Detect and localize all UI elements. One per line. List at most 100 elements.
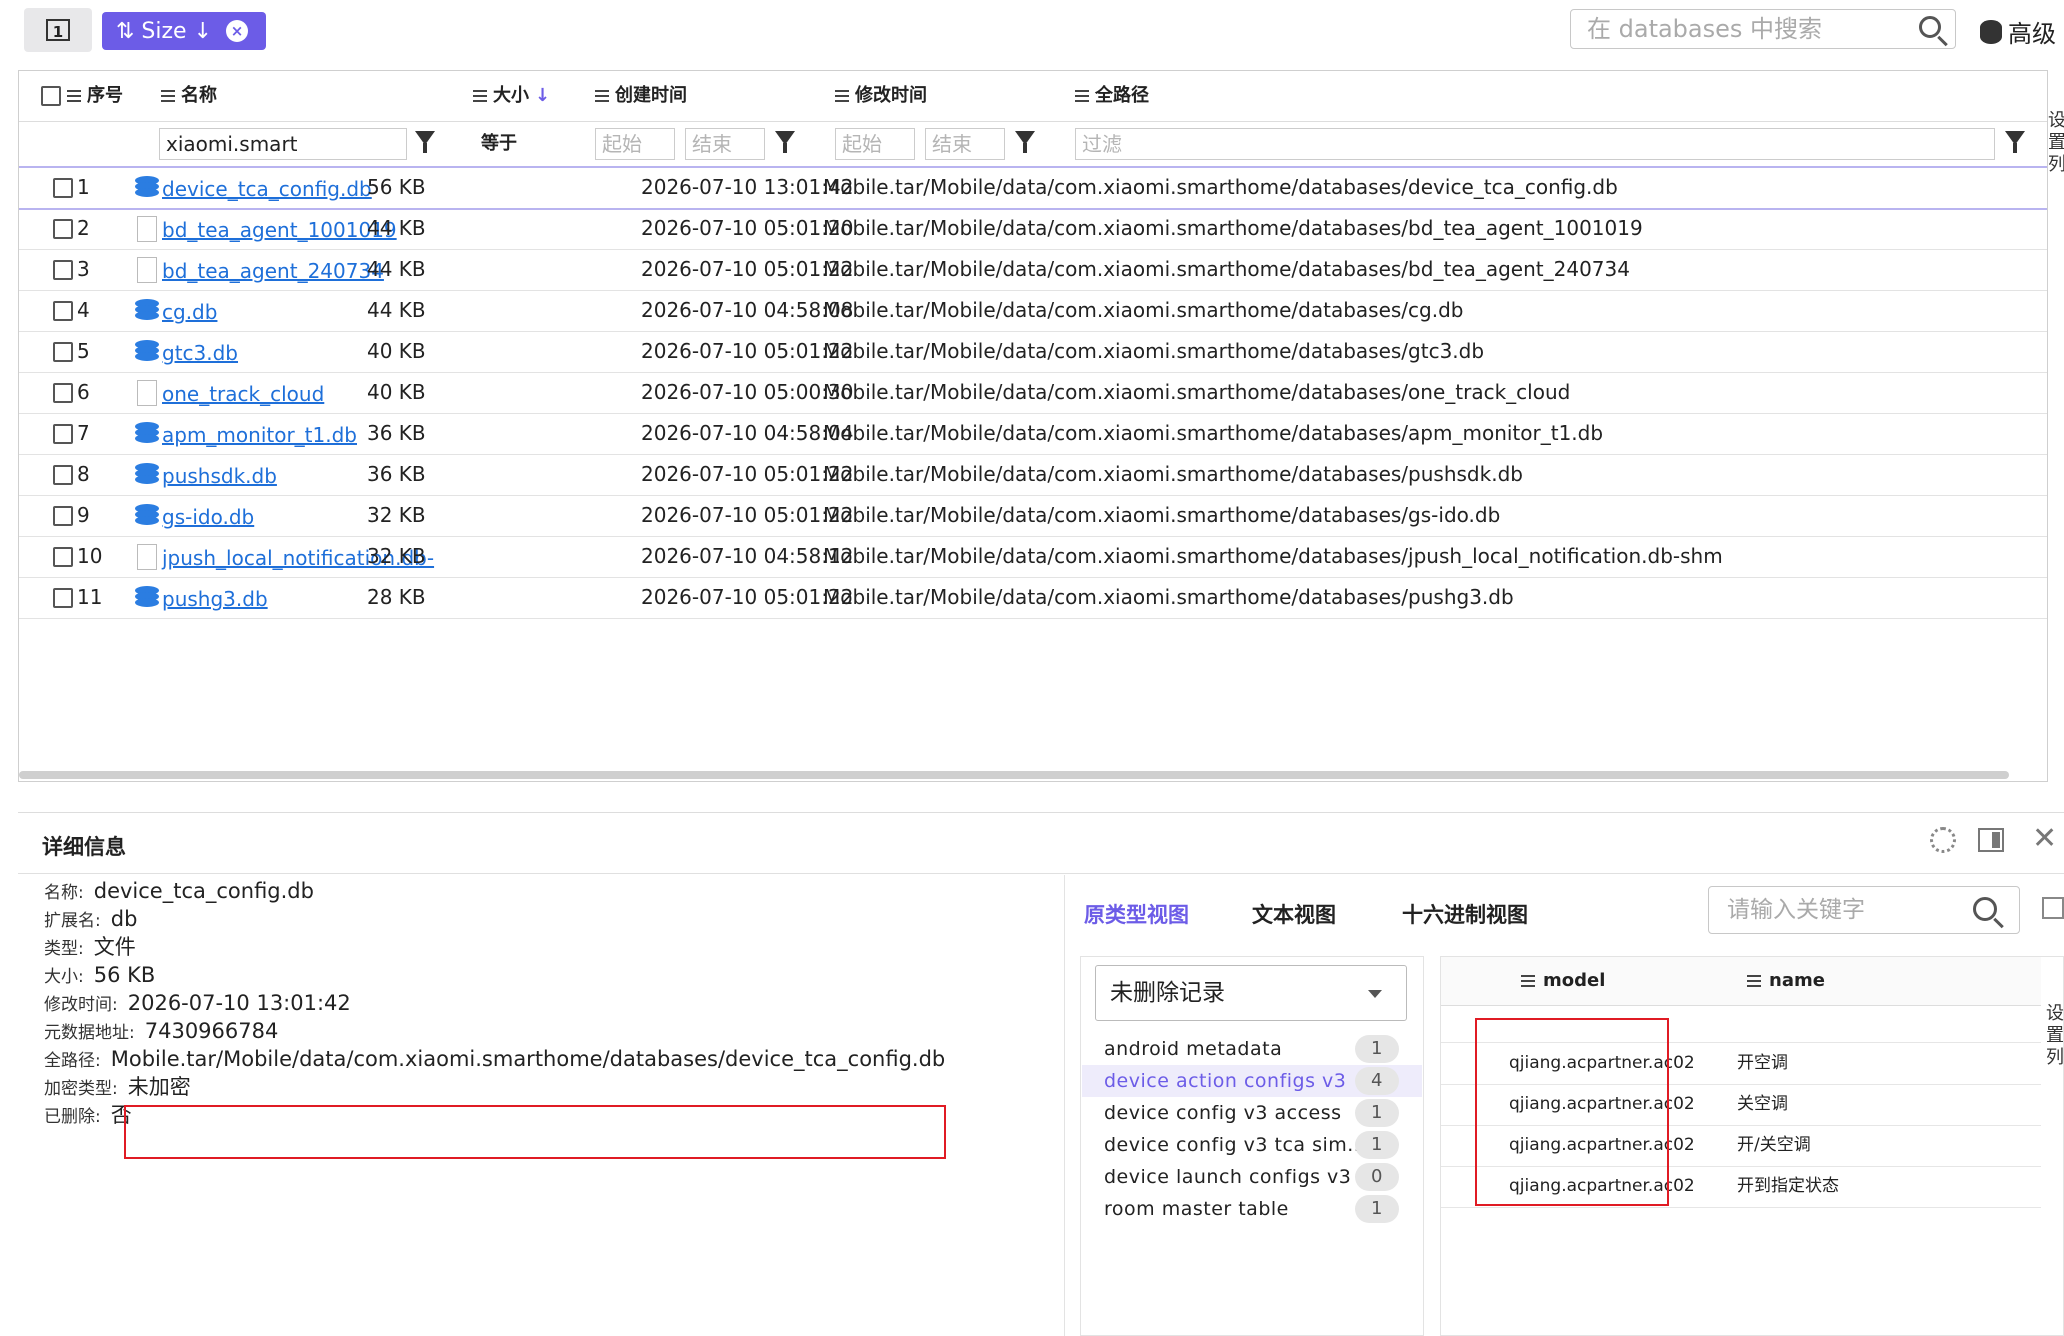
row-checkbox[interactable] bbox=[53, 465, 73, 485]
keyword-search-input[interactable]: 请输入关键字 bbox=[1708, 886, 2020, 934]
row-checkbox[interactable] bbox=[53, 260, 73, 280]
header-model[interactable]: model bbox=[1521, 957, 1605, 1005]
property-value: device_tca_config.db bbox=[93, 879, 314, 903]
row-checkbox[interactable] bbox=[53, 219, 73, 239]
table-list-item[interactable]: device config v3 tca sim... 1 bbox=[1082, 1129, 1422, 1161]
header-created[interactable]: 创建时间 bbox=[595, 71, 687, 121]
file-name-link[interactable]: bd_tea_agent_240734 bbox=[162, 249, 384, 290]
table-row[interactable]: 8 pushsdk.db 36 KB 2026-07-10 05:01:22 Mobil… bbox=[19, 454, 2047, 496]
gear-icon[interactable] bbox=[1930, 827, 1956, 853]
file-size: 40 KB bbox=[367, 380, 426, 404]
open-external-icon[interactable] bbox=[2042, 897, 2064, 919]
header-name[interactable]: name bbox=[1747, 957, 1825, 1005]
horizontal-scrollbar[interactable] bbox=[19, 771, 2009, 779]
table-row[interactable]: 6 one_track_cloud 40 KB 2026-07-10 05:00:30… bbox=[19, 372, 2047, 414]
sort-chip-label: ⇅ Size ↓ bbox=[116, 18, 213, 44]
header-modified[interactable]: 修改时间 bbox=[835, 71, 927, 121]
column-menu-icon[interactable] bbox=[161, 90, 175, 102]
table-row[interactable]: 11 pushg3.db 28 KB 2026-07-10 05:01:22 Mobil… bbox=[19, 577, 2047, 619]
file-name-link[interactable]: one_track_cloud bbox=[162, 372, 324, 413]
search-input[interactable]: 在 databases 中搜索 bbox=[1570, 9, 1956, 49]
filter-icon[interactable] bbox=[2005, 131, 2025, 153]
close-icon[interactable]: ✕ bbox=[2032, 821, 2057, 856]
search-icon[interactable] bbox=[1973, 897, 1997, 921]
table-name: device launch configs v3 bbox=[1104, 1166, 1352, 1188]
row-checkbox[interactable] bbox=[53, 588, 73, 608]
table-row[interactable]: 10 jpush_local_notification.db- 32 KB 2026-… bbox=[19, 536, 2047, 578]
row-checkbox[interactable] bbox=[53, 506, 73, 526]
name-filter-input[interactable]: xiaomi.smart bbox=[159, 128, 407, 160]
file-name-link[interactable]: pushg3.db bbox=[162, 577, 268, 618]
table-row[interactable]: 9 gs-ido.db 32 KB 2026-07-10 05:01:22 Mobile… bbox=[19, 495, 2047, 537]
table-list-item[interactable]: device config v3 access 1 bbox=[1082, 1097, 1422, 1129]
file-name-link[interactable]: apm_monitor_t1.db bbox=[162, 413, 357, 454]
table-header: 序号 名称 大小 ↓ 创建时间 修改时间 全路径 bbox=[19, 71, 2047, 122]
close-icon[interactable]: × bbox=[226, 20, 249, 42]
full-path: Mobile.tar/Mobile/data/com.xiaomi.smarth… bbox=[823, 462, 1523, 486]
full-path: Mobile.tar/Mobile/data/com.xiaomi.smarth… bbox=[823, 216, 1643, 240]
column-settings-tab[interactable]: 设置列 bbox=[2046, 1003, 2064, 1069]
table-row[interactable]: 3 bd_tea_agent_240734 44 KB 2026-07-10 05:0… bbox=[19, 249, 2047, 291]
property-key: 名称: bbox=[44, 883, 84, 903]
database-icon bbox=[135, 463, 159, 485]
modified-end-input[interactable]: 结束 bbox=[925, 128, 1005, 160]
tab-native-view[interactable]: 原类型视图 bbox=[1084, 899, 1189, 929]
file-name-link[interactable]: cg.db bbox=[162, 290, 217, 331]
select-all-checkbox[interactable] bbox=[41, 86, 61, 106]
modified-time: 2026-07-10 05:01:22 bbox=[641, 257, 854, 281]
column-menu-icon[interactable] bbox=[595, 90, 609, 102]
file-name-link[interactable]: bd_tea_agent_1001019 bbox=[162, 208, 397, 249]
row-checkbox[interactable] bbox=[53, 383, 73, 403]
table-list-item[interactable]: device launch configs v3 0 bbox=[1082, 1161, 1422, 1193]
row-checkbox[interactable] bbox=[53, 342, 73, 362]
advanced-button[interactable]: 高级 bbox=[1980, 14, 2056, 49]
table-row[interactable]: 5 gtc3.db 40 KB 2026-07-10 05:01:22 Mobile.t… bbox=[19, 331, 2047, 373]
file-name-link[interactable]: pushsdk.db bbox=[162, 454, 277, 495]
column-menu-icon[interactable] bbox=[1075, 90, 1089, 102]
row-checkbox[interactable] bbox=[53, 547, 73, 567]
header-name[interactable]: 名称 bbox=[161, 71, 217, 121]
row-checkbox[interactable] bbox=[53, 424, 73, 444]
table-list-item[interactable]: room master table 1 bbox=[1082, 1193, 1422, 1225]
file-name-link[interactable]: gs-ido.db bbox=[162, 495, 254, 536]
created-start-input[interactable]: 起始 bbox=[595, 128, 675, 160]
view-toggle-button[interactable]: 1 bbox=[24, 8, 92, 52]
path-filter-input[interactable]: 过滤 bbox=[1075, 128, 1995, 160]
column-settings-tab[interactable]: 设置列 bbox=[2048, 110, 2064, 176]
table-row[interactable]: 4 cg.db 44 KB 2026-07-10 04:58:08 Mobile.tar… bbox=[19, 290, 2047, 332]
file-name-link[interactable]: device_tca_config.db bbox=[162, 167, 372, 208]
filter-icon[interactable] bbox=[1015, 131, 1035, 153]
filter-icon[interactable] bbox=[775, 131, 795, 153]
size-filter-operator[interactable]: 等于 bbox=[481, 122, 517, 166]
column-menu-icon[interactable] bbox=[67, 90, 81, 102]
table-row[interactable]: 2 bd_tea_agent_1001019 44 KB 2026-07-10 05:… bbox=[19, 208, 2047, 250]
sort-chip[interactable]: ⇅ Size ↓ × bbox=[102, 12, 266, 50]
split-view-icon[interactable] bbox=[1978, 828, 2004, 852]
search-icon[interactable] bbox=[1919, 16, 1941, 38]
column-menu-icon[interactable] bbox=[473, 90, 487, 102]
row-checkbox[interactable] bbox=[53, 301, 73, 321]
header-size[interactable]: 大小 ↓ bbox=[473, 71, 550, 121]
row-checkbox[interactable] bbox=[53, 178, 73, 198]
file-name-link[interactable]: gtc3.db bbox=[162, 331, 238, 372]
table-list-item[interactable]: device action configs v3 4 bbox=[1082, 1065, 1422, 1097]
file-icon bbox=[137, 544, 157, 570]
table-list-item[interactable]: android metadata 1 bbox=[1082, 1033, 1422, 1065]
header-path[interactable]: 全路径 bbox=[1075, 71, 1149, 121]
filter-icon[interactable] bbox=[415, 131, 435, 153]
tab-hex-view[interactable]: 十六进制视图 bbox=[1402, 899, 1528, 929]
created-end-input[interactable]: 结束 bbox=[685, 128, 765, 160]
table-row[interactable]: 1 device_tca_config.db 56 KB 2026-07-10 13:… bbox=[19, 167, 2047, 210]
row-index: 9 bbox=[77, 503, 90, 527]
modified-start-input[interactable]: 起始 bbox=[835, 128, 915, 160]
records-panel: model name qjiang.acpartner.ac02 开空调 qjian… bbox=[1440, 956, 2064, 1336]
record-filter-select[interactable]: 未删除记录 bbox=[1095, 965, 1407, 1021]
column-menu-icon[interactable] bbox=[835, 90, 849, 102]
header-index[interactable]: 序号 bbox=[41, 71, 123, 121]
column-menu-icon[interactable] bbox=[1747, 975, 1761, 987]
tab-text-view[interactable]: 文本视图 bbox=[1252, 899, 1336, 929]
record-count-badge: 0 bbox=[1355, 1163, 1399, 1191]
column-menu-icon[interactable] bbox=[1521, 975, 1535, 987]
table-row[interactable]: 7 apm_monitor_t1.db 36 KB 2026-07-10 04:58:… bbox=[19, 413, 2047, 455]
table-name: room master table bbox=[1104, 1198, 1289, 1220]
